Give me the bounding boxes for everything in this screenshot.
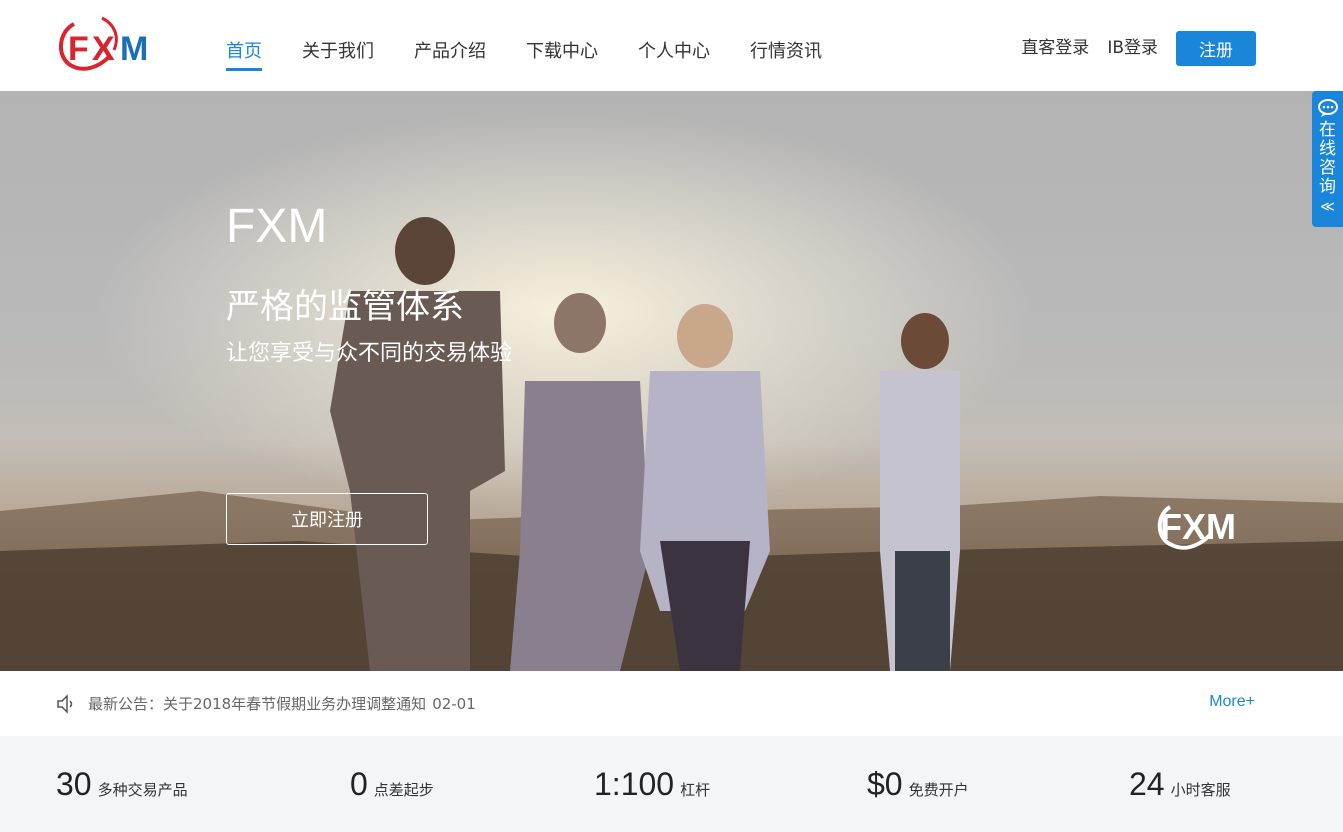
double-chevron-left-icon: ≪ <box>1320 199 1335 215</box>
stat-number: 30 <box>56 766 92 802</box>
svg-text:M: M <box>120 30 148 68</box>
direct-login-link[interactable]: 直客登录 <box>1021 31 1089 66</box>
hero-subtitle: 严格的监管体系 <box>226 287 464 327</box>
site-header: F X M 首页 关于我们 产品介绍 下载中心 个人中心 行情资讯 直客登录 I… <box>0 0 1343 91</box>
auth-area: 直客登录 IB登录 注册 <box>1021 31 1256 66</box>
nav-products[interactable]: 产品介绍 <box>414 40 486 91</box>
consult-label: 在线咨询 <box>1319 120 1336 197</box>
announcement-link[interactable]: 最新公告：关于2018年春节假期业务办理调整通知 02-01 <box>88 693 476 714</box>
hero-banner: FXM 严格的监管体系 让您享受与众不同的交易体验 立即注册 FXM <box>0 91 1343 671</box>
more-link[interactable]: More+ <box>1209 693 1255 711</box>
stat-account: $0 免费开户 <box>867 766 969 803</box>
stat-spread: 0 点差起步 <box>350 766 434 803</box>
stat-label: 杠杆 <box>680 781 711 799</box>
announcement-text: 最新公告：关于2018年春节假期业务办理调整通知 <box>88 695 427 713</box>
nav-home[interactable]: 首页 <box>226 40 262 91</box>
stat-leverage: 1:100 杠杆 <box>594 766 710 803</box>
svg-text:FXM: FXM <box>1160 506 1236 547</box>
stat-support: 24 小时客服 <box>1129 766 1231 803</box>
stat-label: 免费开户 <box>908 781 969 799</box>
nav-download[interactable]: 下载中心 <box>526 40 598 91</box>
ib-login-link[interactable]: IB登录 <box>1107 31 1158 66</box>
stat-label: 小时客服 <box>1170 781 1231 799</box>
register-button[interactable]: 注册 <box>1176 31 1256 66</box>
announcement-date: 02-01 <box>432 695 476 713</box>
nav-about[interactable]: 关于我们 <box>302 40 374 91</box>
online-consult-widget[interactable]: 在线咨询 ≪ <box>1312 91 1343 227</box>
stat-number: 0 <box>350 766 368 802</box>
nav-market-news[interactable]: 行情资讯 <box>750 40 822 91</box>
announcement-bar: 最新公告：关于2018年春节假期业务办理调整通知 02-01 More+ <box>0 671 1343 736</box>
svg-text:X: X <box>92 30 115 68</box>
chat-bubble-icon <box>1317 99 1338 117</box>
nav-personal[interactable]: 个人中心 <box>638 40 710 91</box>
fxm-watermark-logo: FXM <box>1157 505 1236 550</box>
stat-label: 点差起步 <box>373 781 434 799</box>
hero-background-image <box>0 91 1343 671</box>
fxm-logo-icon: F X M <box>59 16 148 71</box>
stats-bar: 30 多种交易产品 0 点差起步 1:100 杠杆 $0 免费开户 24 小时客服 <box>0 736 1343 832</box>
main-nav: 首页 关于我们 产品介绍 下载中心 个人中心 行情资讯 <box>226 0 862 91</box>
svg-text:F: F <box>68 30 89 68</box>
stat-number: 1:100 <box>594 766 675 802</box>
fxm-logo[interactable]: F X M <box>54 14 160 76</box>
stat-number: $0 <box>867 766 903 802</box>
stat-products: 30 多种交易产品 <box>56 766 188 803</box>
hero-register-button[interactable]: 立即注册 <box>226 493 428 545</box>
speaker-icon <box>57 694 73 714</box>
hero-tagline: 让您享受与众不同的交易体验 <box>226 341 513 366</box>
hero-title: FXM <box>226 200 328 253</box>
stat-label: 多种交易产品 <box>97 781 188 799</box>
stat-number: 24 <box>1129 766 1165 802</box>
